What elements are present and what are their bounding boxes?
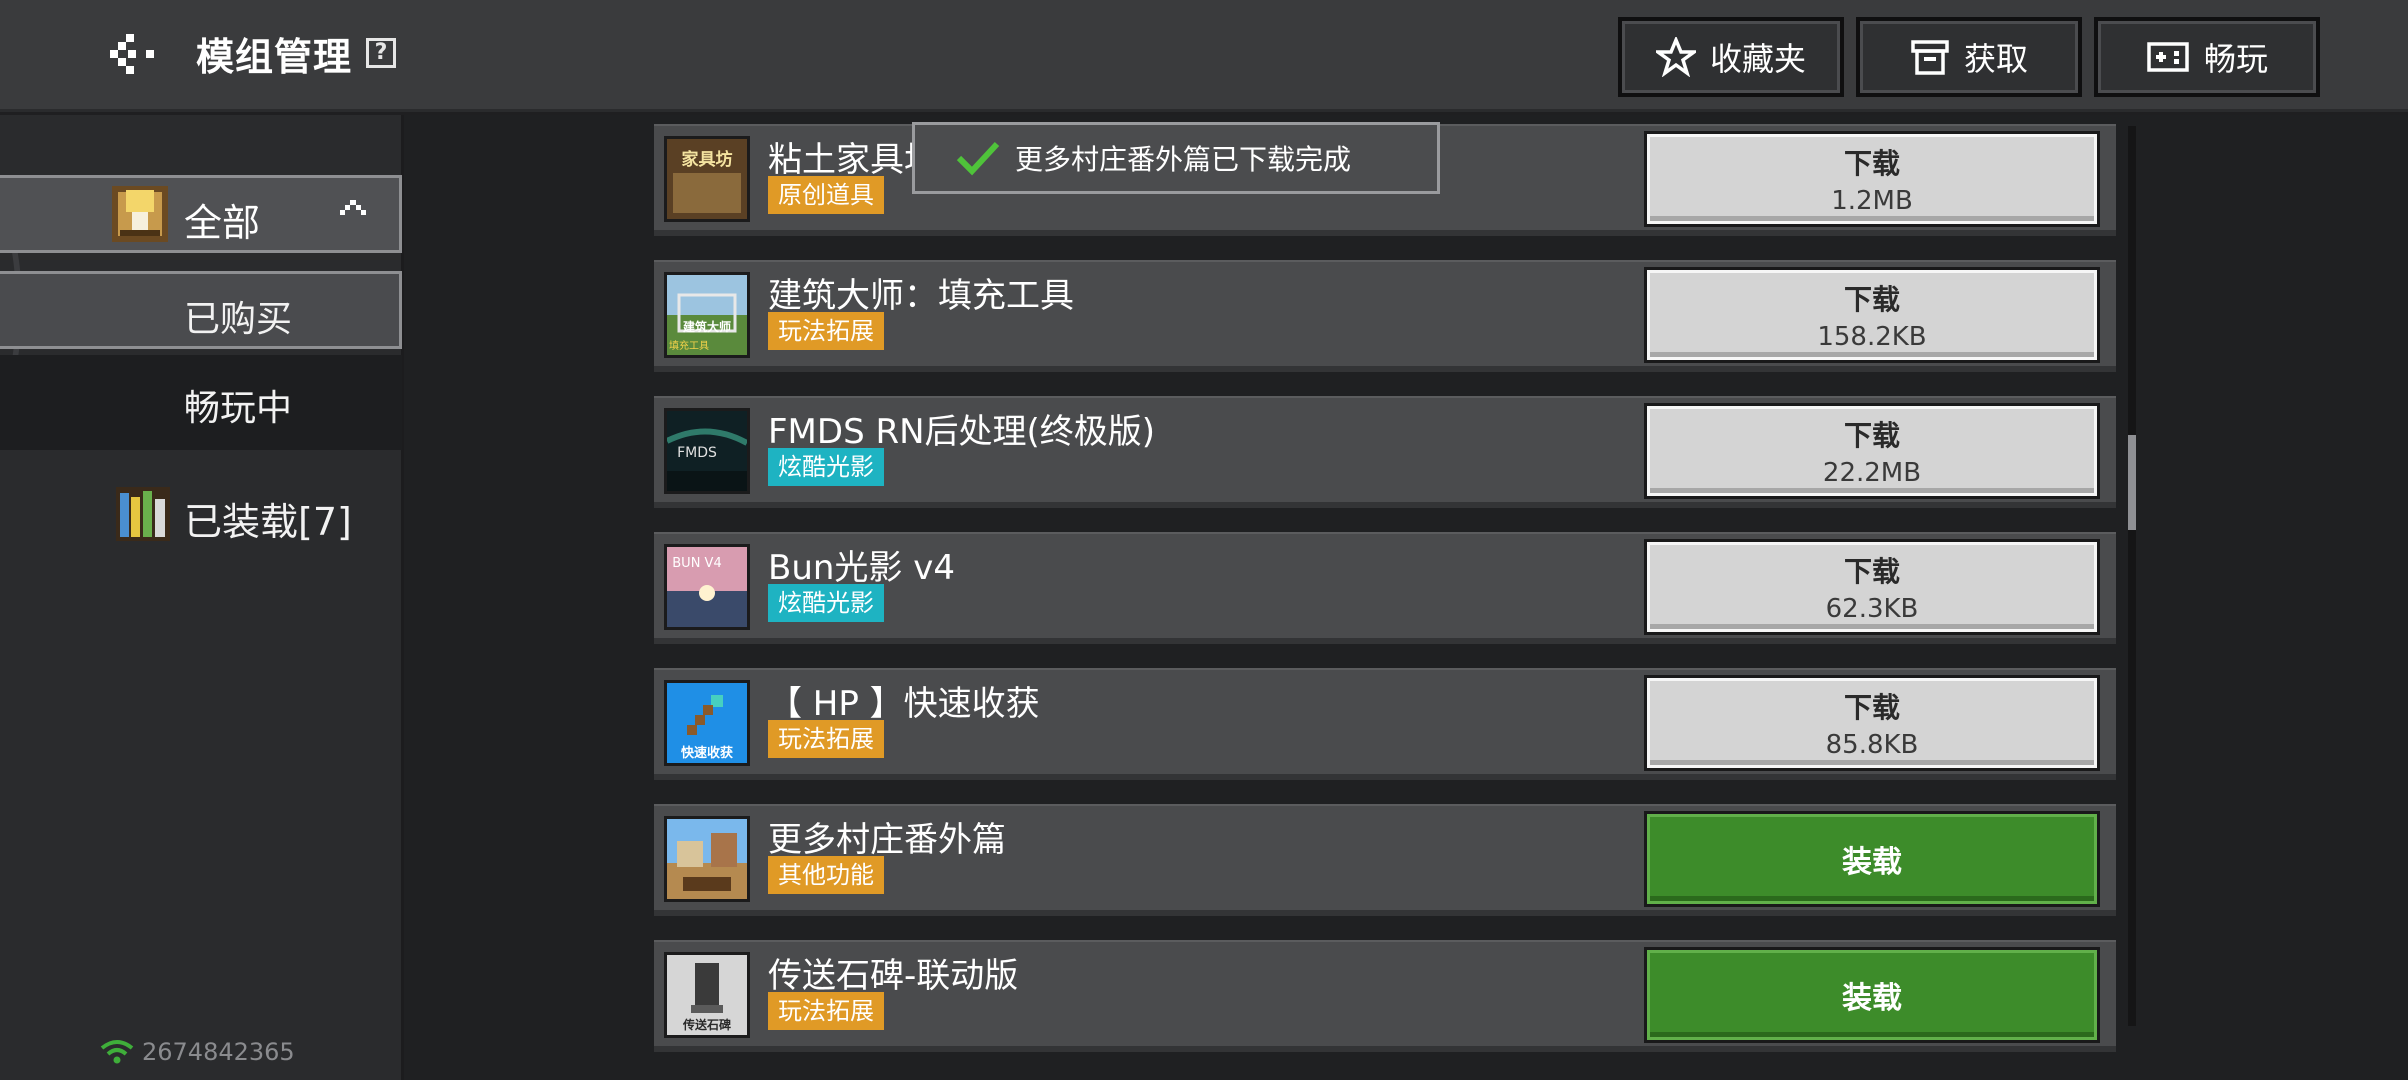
help-icon[interactable]: ? (366, 38, 396, 68)
download-size: 62.3KB (1825, 594, 1919, 624)
sidebar-label-all: 全部 (184, 201, 261, 245)
thumb-text: 传送石碑 (682, 1017, 731, 1032)
connection-status: 2674842365 (100, 1038, 295, 1066)
star-icon (1655, 37, 1696, 77)
mod-title: 更多村庄番外篇 (768, 820, 1006, 860)
obtain-button[interactable]: 获取 (1856, 17, 2082, 97)
play-button[interactable]: 畅玩 (2094, 17, 2320, 97)
sidebar-label-installed: 已装载[7] (184, 500, 352, 544)
thumb-text: 快速收获 (681, 745, 733, 761)
mod-title: 【 HP 】快速收获 (768, 684, 1040, 724)
mod-thumbnail: 快速收获 (664, 680, 750, 766)
thumb-text: FMDS (677, 445, 717, 461)
download-button[interactable]: 下载 1.2MB (1644, 131, 2100, 227)
download-button[interactable]: 下载 158.2KB (1644, 267, 2100, 363)
mod-tag: 炫酷光影 (768, 448, 884, 486)
load-button[interactable]: 装载 (1644, 947, 2100, 1043)
sidebar-item-playing[interactable]: 畅玩中 (0, 355, 402, 450)
books-icon (116, 487, 170, 541)
scrollbar-track[interactable] (2128, 126, 2136, 1026)
download-button[interactable]: 下载 22.2MB (1644, 403, 2100, 499)
mod-title: 建筑大师：填充工具 (768, 276, 1074, 316)
download-label: 下载 (1843, 147, 1900, 180)
wifi-icon (100, 1040, 134, 1064)
download-complete-toast: 更多村庄番外篇已下载完成 (912, 122, 1440, 194)
list-item[interactable]: BUN V4 Bun光影 v4 炫酷光影 下载 62.3KB (654, 532, 2116, 644)
download-label: 下载 (1843, 419, 1900, 452)
mod-title: FMDS RN后处理(终极版) (768, 412, 1156, 452)
download-label: 下载 (1843, 283, 1900, 316)
mod-tag: 其他功能 (768, 856, 884, 894)
thumb-text: 建筑大师 (682, 319, 731, 334)
sidebar-item-bought[interactable]: 已购买 (0, 271, 402, 349)
list-item[interactable]: 更多村庄番外篇 其他功能 装载 (654, 804, 2116, 916)
chest-icon (112, 186, 168, 242)
gamepad-icon (2147, 42, 2189, 72)
load-button[interactable]: 装载 (1644, 811, 2100, 907)
download-label: 下载 (1843, 691, 1900, 724)
mod-tag: 玩法拓展 (768, 992, 884, 1030)
download-size: 22.2MB (1822, 458, 1922, 488)
thumb-subtext: 填充工具 (669, 339, 709, 352)
sidebar-item-all[interactable]: 全部 (0, 175, 402, 253)
favorites-label: 收藏夹 (1709, 40, 1806, 78)
list-item[interactable]: 传送石碑 传送石碑-联动版 玩法拓展 装载 (654, 940, 2116, 1052)
mod-title: Bun光影 v4 (768, 548, 955, 588)
mod-thumbnail: BUN V4 (664, 544, 750, 630)
list-item[interactable]: FMDS FMDS RN后处理(终极版) 炫酷光影 下载 22.2MB (654, 396, 2116, 508)
download-size: 158.2KB (1817, 322, 1927, 352)
load-label: 装载 (1842, 845, 1902, 880)
box-icon (1911, 40, 1949, 75)
download-size: 1.2MB (1831, 186, 1913, 216)
sidebar-item-installed[interactable]: 已装载[7] (0, 477, 402, 557)
mod-thumbnail: 家具坊 (664, 136, 750, 222)
download-label: 下载 (1843, 555, 1900, 588)
sidebar-label-playing: 畅玩中 (184, 388, 293, 429)
back-button[interactable] (100, 22, 164, 86)
mod-thumbnail: 建筑大师 填充工具 (664, 272, 750, 358)
back-arrow-icon (110, 34, 154, 74)
mod-thumbnail (664, 816, 750, 902)
top-bar: 模组管理 ? 收藏夹 获取 畅玩 (0, 0, 2408, 112)
download-size: 85.8KB (1825, 730, 1919, 760)
mod-tag: 玩法拓展 (768, 312, 884, 350)
mod-tag: 炫酷光影 (768, 584, 884, 622)
load-label: 装载 (1842, 981, 1902, 1016)
sidebar-label-bought: 已购买 (184, 299, 293, 340)
mod-thumbnail: FMDS (664, 408, 750, 494)
mod-tag: 原创道具 (768, 176, 884, 214)
download-button[interactable]: 下载 62.3KB (1644, 539, 2100, 635)
list-item[interactable]: 快速收获 【 HP 】快速收获 玩法拓展 下载 85.8KB (654, 668, 2116, 780)
toast-text: 更多村庄番外篇已下载完成 (1015, 143, 1352, 176)
thumb-text: BUN V4 (672, 556, 721, 571)
mod-title: 传送石碑-联动版 (768, 956, 1019, 996)
thumb-text: 家具坊 (682, 149, 733, 170)
checkmark-icon (956, 141, 1000, 176)
scrollbar-thumb[interactable] (2128, 435, 2136, 530)
play-label: 畅玩 (2203, 40, 2268, 78)
list-item[interactable]: 建筑大师 填充工具 建筑大师：填充工具 玩法拓展 下载 158.2KB (654, 260, 2116, 372)
download-button[interactable]: 下载 85.8KB (1644, 675, 2100, 771)
chevron-up-icon (340, 200, 366, 215)
mod-thumbnail: 传送石碑 (664, 952, 750, 1038)
obtain-label: 获取 (1963, 40, 2028, 78)
user-id: 2674842365 (142, 1038, 295, 1066)
sidebar: 全部 已购买 畅玩中 已装载[7] (0, 115, 404, 1080)
favorites-button[interactable]: 收藏夹 (1618, 17, 1844, 97)
mod-tag: 玩法拓展 (768, 720, 884, 758)
page-title: 模组管理 (196, 35, 353, 79)
